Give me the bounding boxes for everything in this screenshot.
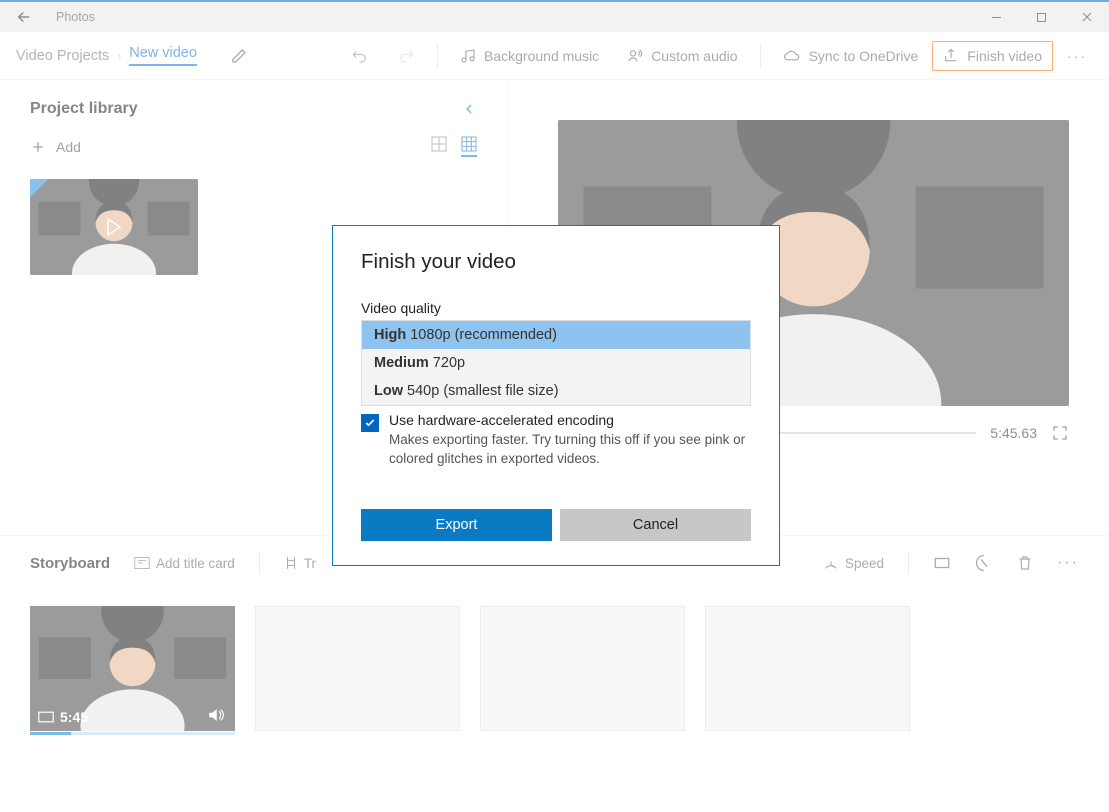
hw-encoding-description: Makes exporting faster. Try turning this… — [389, 431, 751, 469]
finish-video-dialog: Finish your video Video quality High 108… — [332, 225, 780, 566]
hw-encoding-checkbox[interactable] — [361, 414, 379, 432]
dialog-title: Finish your video — [361, 250, 751, 274]
hw-encoding-label: Use hardware-accelerated encoding — [389, 412, 751, 428]
quality-option-high[interactable]: High 1080p (recommended) — [362, 321, 750, 349]
export-button[interactable]: Export — [361, 509, 552, 541]
quality-option-low[interactable]: Low 540p (smallest file size) — [362, 377, 750, 405]
cancel-button[interactable]: Cancel — [560, 509, 751, 541]
video-quality-label: Video quality — [361, 300, 751, 316]
quality-dropdown[interactable]: High 1080p (recommended) Medium 720p Low… — [361, 320, 751, 406]
quality-option-medium[interactable]: Medium 720p — [362, 349, 750, 377]
